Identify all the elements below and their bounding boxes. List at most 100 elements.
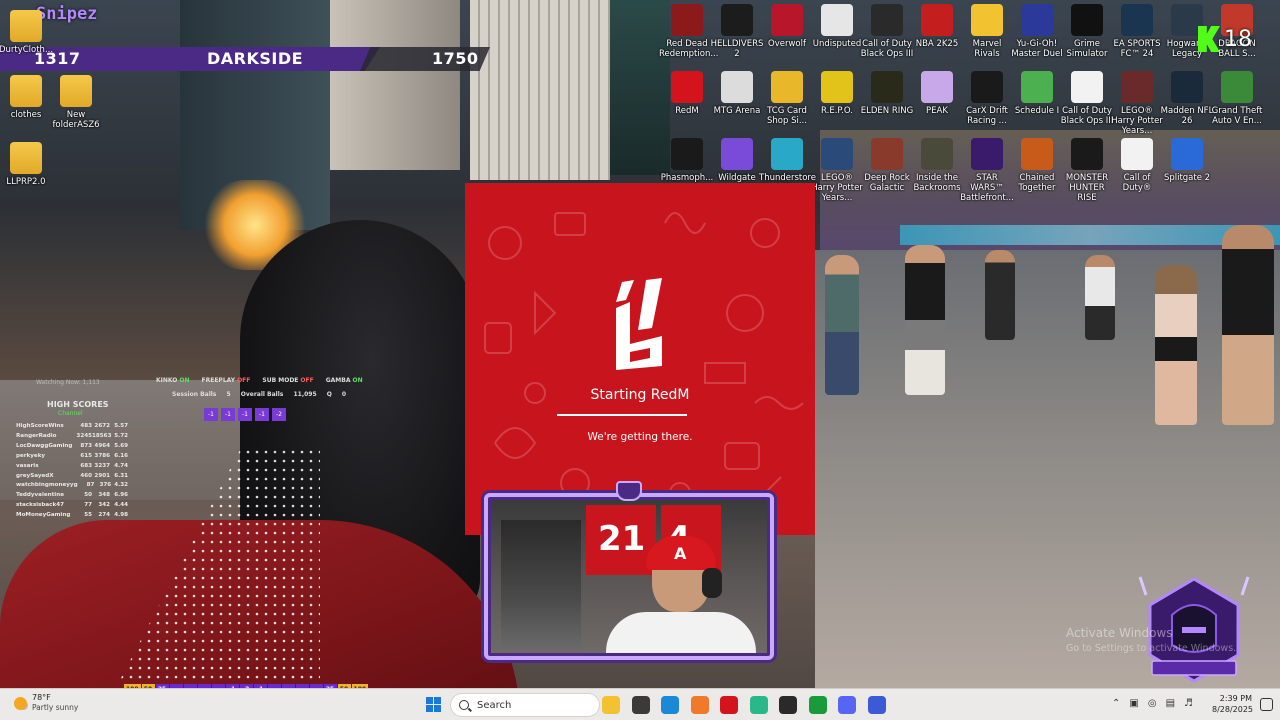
app-icon [1071, 71, 1103, 103]
weather-widget[interactable]: 78°F Partly sunny [14, 693, 78, 713]
pedestrian [1085, 255, 1115, 340]
folder-icon [10, 75, 42, 107]
desktop-icon-app[interactable]: Undisputed [809, 4, 865, 49]
desktop-icon-label: Grime Simulator [1066, 39, 1108, 59]
microphone-icon[interactable]: ◎ [1148, 698, 1157, 709]
taskbar: 78°F Partly sunny Search ⌃ ▣ ◎ ▤ ♬ 2:39 … [0, 688, 1280, 720]
xbox-icon[interactable] [808, 696, 827, 714]
plinko-status-label: KINKO [156, 377, 178, 384]
overall-balls-label: Overall Balls [240, 391, 284, 398]
plinko-status-label: SUB MODE [262, 377, 299, 384]
desktop-icon-app[interactable]: TCG Card Shop Si... [759, 71, 815, 126]
app-icon [671, 138, 703, 170]
desktop-icon-app[interactable]: LEGO® Harry Potter Years... [1109, 71, 1165, 136]
desktop-icon-app[interactable]: Wildgate [709, 138, 765, 183]
desktop-icon-label: TCG Card Shop Si... [767, 106, 807, 126]
desktop-icon-clothes[interactable]: clothes [0, 75, 54, 120]
desktop-icon-app[interactable]: Yu-Gi-Oh! Master Duel [1009, 4, 1065, 59]
desktop-icon-label: Yu-Gi-Oh! Master Duel [1011, 39, 1063, 59]
desktop-icon-app[interactable]: Grime Simulator [1059, 4, 1115, 59]
webcam-overlay: 21 4 A [484, 481, 774, 660]
desktop-icon-app[interactable]: Splitgate 2 [1159, 138, 1215, 183]
desktop-icon-app[interactable]: Marvel Rivals [959, 4, 1015, 59]
desktop-icon-label: Splitgate 2 [1163, 173, 1211, 183]
desktop-icon-label: HELLDIVERS 2 [710, 39, 764, 59]
app-icon [721, 4, 753, 36]
app-icon [1221, 71, 1253, 103]
volume-icon[interactable]: ♬ [1184, 698, 1193, 709]
start-button[interactable] [426, 697, 441, 712]
webcam-crest-icon [616, 481, 642, 501]
desktop-icon-app[interactable]: EA SPORTS FC™ 24 [1109, 4, 1165, 59]
building [470, 0, 610, 180]
desktop-icon-app[interactable]: PEAK [909, 71, 965, 116]
desktop-icon-app[interactable]: Chained Together [1009, 138, 1065, 193]
edge-icon[interactable] [661, 696, 679, 714]
taskbar-search[interactable]: Search [450, 693, 600, 717]
high-score-cell: LocDawggGaming [16, 442, 73, 449]
desktop-icon-app[interactable]: MTG Arena [709, 71, 765, 116]
queue-label: Q [326, 391, 332, 398]
pedestrian [825, 255, 859, 395]
desktop-icon-label: Madden NFL 26 [1160, 106, 1214, 126]
obs-icon[interactable] [779, 696, 797, 714]
desktop-icon-durtycloth[interactable]: DurtyCloth... [0, 10, 54, 55]
plinko-status-state: OFF [300, 377, 314, 384]
desktop-icon-llprp[interactable]: LLPRP2.0 [0, 142, 54, 187]
chevron-up-icon[interactable]: ⌃ [1112, 698, 1120, 709]
high-score-row: watchbingmoneyyg 87 376 4.32 [16, 481, 128, 491]
weather-temp: 78°F [32, 693, 51, 702]
high-score-cell: 77 [84, 502, 92, 509]
high-score-cell: 4964 [94, 442, 110, 449]
high-score-cell: 460 [80, 472, 92, 479]
desktop-icon-app[interactable]: MONSTER HUNTER RISE [1059, 138, 1115, 203]
taskbar-clock[interactable]: 2:39 PM 8/28/2025 [1212, 693, 1253, 715]
network-icon[interactable]: ▤ [1166, 698, 1175, 709]
app-icon [771, 4, 803, 36]
desktop-icon-new-folder[interactable]: New folderASZ6 [48, 75, 104, 130]
desktop-icon-app[interactable]: Madden NFL 26 [1159, 71, 1215, 126]
desktop-icon-app[interactable]: R.E.P.O. [809, 71, 865, 116]
desktop-icon-app[interactable]: NBA 2K25 [909, 4, 965, 49]
desktop-icon-app[interactable]: Call of Duty Black Ops III [859, 4, 915, 59]
desktop-icon-app[interactable]: ELDEN RING [859, 71, 915, 116]
desktop-icon-app[interactable]: Call of Duty® [1109, 138, 1165, 193]
notification-icon[interactable] [1260, 698, 1273, 711]
high-score-cell: 50 [84, 492, 92, 499]
taskview-icon[interactable] [631, 696, 650, 714]
score-right: 1750 [432, 49, 479, 68]
desktop-icon-app[interactable]: Phasmoph... [659, 138, 715, 183]
file-explorer-icon[interactable] [602, 696, 620, 714]
desktop-icon-label: Call of Duty Black Ops III [1060, 106, 1114, 126]
desktop-icon-app[interactable]: Overwolf [759, 4, 815, 49]
desktop-icon-app[interactable]: Schedule I [1009, 71, 1065, 116]
app-icon[interactable] [867, 696, 886, 714]
app-icon [921, 71, 953, 103]
weather-condition: Partly sunny [32, 703, 79, 712]
desktop-icon-app[interactable]: LEGO® Harry Potter Years... [809, 138, 865, 203]
desktop-icon-app[interactable]: RedM [659, 71, 715, 116]
high-score-cell: 4.74 [114, 462, 128, 469]
desktop-icon-label: NBA 2K25 [915, 39, 959, 49]
desktop-icon-app[interactable]: Deep Rock Galactic [859, 138, 915, 193]
watching-count: Watching Now: 1,113 [36, 379, 100, 386]
desktop-icon-app[interactable]: HELLDIVERS 2 [709, 4, 765, 59]
desktop-icon-app[interactable]: STAR WARS™ Battlefront... [959, 138, 1015, 203]
desktop-icon-app[interactable]: Inside the Backrooms [909, 138, 965, 193]
high-score-cell: 348 [98, 492, 110, 499]
tray-app-icon[interactable]: ▣ [1129, 698, 1138, 709]
desktop-icon-app[interactable]: CarX Drift Racing ... [959, 71, 1015, 126]
app-icon [1171, 71, 1203, 103]
high-score-cell: 2672 [94, 423, 110, 429]
redm-icon[interactable] [720, 696, 738, 714]
desktop-icon-app[interactable]: Red Dead Redemption... [659, 4, 718, 59]
overwolf-icon[interactable] [690, 696, 709, 714]
desktop-icon-app[interactable]: Call of Duty Black Ops III [1059, 71, 1115, 126]
app-icon [821, 138, 853, 170]
app-icon [771, 71, 803, 103]
plinko-status-item: SUB MODE OFF [262, 377, 313, 384]
greenapp-icon[interactable] [749, 696, 768, 714]
plinko-status-item: GAMBA ON [326, 377, 363, 384]
discord-icon[interactable] [838, 696, 856, 714]
desktop-icon-app[interactable]: Grand Theft Auto V En... [1209, 71, 1265, 126]
